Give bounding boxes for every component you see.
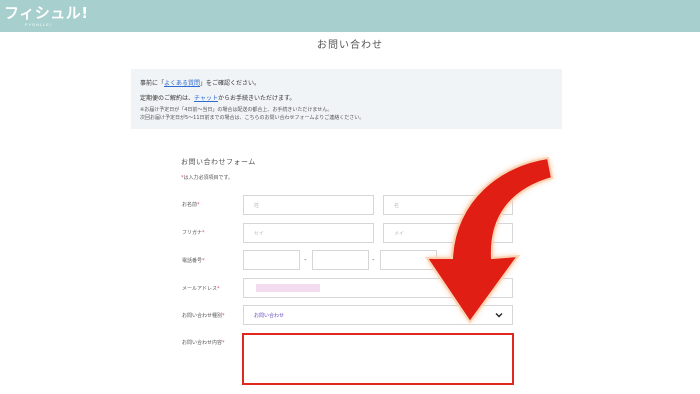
notice-text: 定期便のご解約は、	[140, 95, 195, 102]
last-kana-input[interactable]: セイ	[243, 223, 374, 243]
first-name-input[interactable]: 名	[383, 195, 513, 215]
content-label: お問い合わせ内容*	[182, 339, 225, 346]
content-label-text: お問い合わせ内容	[182, 340, 223, 346]
last-name-input[interactable]: 姓	[243, 195, 374, 215]
email-label-text: メールアドレス	[182, 286, 218, 292]
content-textarea[interactable]	[242, 333, 514, 385]
notice-text: 事前に「	[140, 80, 165, 87]
category-select[interactable]: お問い合わせ	[243, 305, 513, 325]
faq-link[interactable]: よくある質問	[164, 80, 200, 87]
notice-line-schedule: 次回お届け予定日が5〜11日前までの場合は、こちらのお問い合わせフォームよりご連…	[140, 115, 365, 121]
phone-label-text: 電話番号	[182, 258, 203, 264]
page-title: お問い合わせ	[317, 40, 383, 51]
last-kana-placeholder: セイ	[254, 231, 265, 237]
notice-line-delivery: ※お届け予定日が「4日前〜当日」の場合は配送の都合上、お手続きいただけません。	[140, 107, 333, 113]
phone-separator: -	[304, 256, 307, 264]
email-redaction	[256, 284, 320, 292]
name-label-text: お名前	[182, 202, 198, 208]
chevron-down-icon	[495, 313, 503, 318]
required-note: *は入力必須項目です。	[181, 174, 233, 181]
site-logo[interactable]: フィシュル!	[4, 2, 89, 23]
site-header: フィシュル! FYSHLLE!	[0, 0, 700, 32]
site-logo-subtitle: FYSHLLE!	[25, 22, 52, 27]
phone-part-1-input[interactable]	[243, 250, 300, 270]
first-kana-placeholder: メイ	[394, 231, 405, 237]
notice-text: 」をご確認ください。	[200, 80, 261, 87]
contact-page: フィシュル! FYSHLLE! お問い合わせ 事前に「よくある質問」をご確認くだ…	[0, 0, 700, 394]
phone-part-2-input[interactable]	[312, 250, 369, 270]
form-title: お問い合わせフォーム	[181, 158, 256, 166]
notice-line-faq: 事前に「よくある質問」をご確認ください。	[140, 78, 260, 87]
required-mark: *	[202, 258, 205, 264]
name-label: お名前*	[182, 201, 200, 208]
kana-label: フリガナ*	[182, 229, 205, 236]
required-mark: *	[197, 202, 200, 208]
category-selected-value: お問い合わせ	[254, 313, 285, 319]
required-mark: *	[217, 286, 220, 292]
phone-label: 電話番号*	[182, 257, 205, 264]
category-label-text: お問い合わせ種別	[182, 313, 223, 319]
chat-link[interactable]: チャット	[194, 95, 218, 102]
required-mark: *	[222, 313, 225, 319]
notice-box: 事前に「よくある質問」をご確認ください。 定期便のご解約は、チャットからお手続き…	[131, 69, 562, 129]
notice-text: からお手続きいただけます。	[217, 95, 296, 102]
required-note-text: は入力必須項目です。	[183, 175, 234, 181]
first-name-placeholder: 名	[394, 203, 400, 209]
kana-label-text: フリガナ	[182, 230, 203, 236]
last-name-placeholder: 姓	[254, 203, 260, 209]
phone-separator: -	[372, 256, 375, 264]
phone-part-3-input[interactable]	[380, 250, 437, 270]
required-mark: *	[222, 340, 225, 346]
email-label: メールアドレス*	[182, 285, 220, 292]
notice-line-chat: 定期便のご解約は、チャットからお手続きいただけます。	[140, 93, 295, 102]
category-label: お問い合わせ種別*	[182, 312, 225, 319]
required-mark: *	[202, 230, 205, 236]
first-kana-input[interactable]: メイ	[383, 223, 513, 243]
